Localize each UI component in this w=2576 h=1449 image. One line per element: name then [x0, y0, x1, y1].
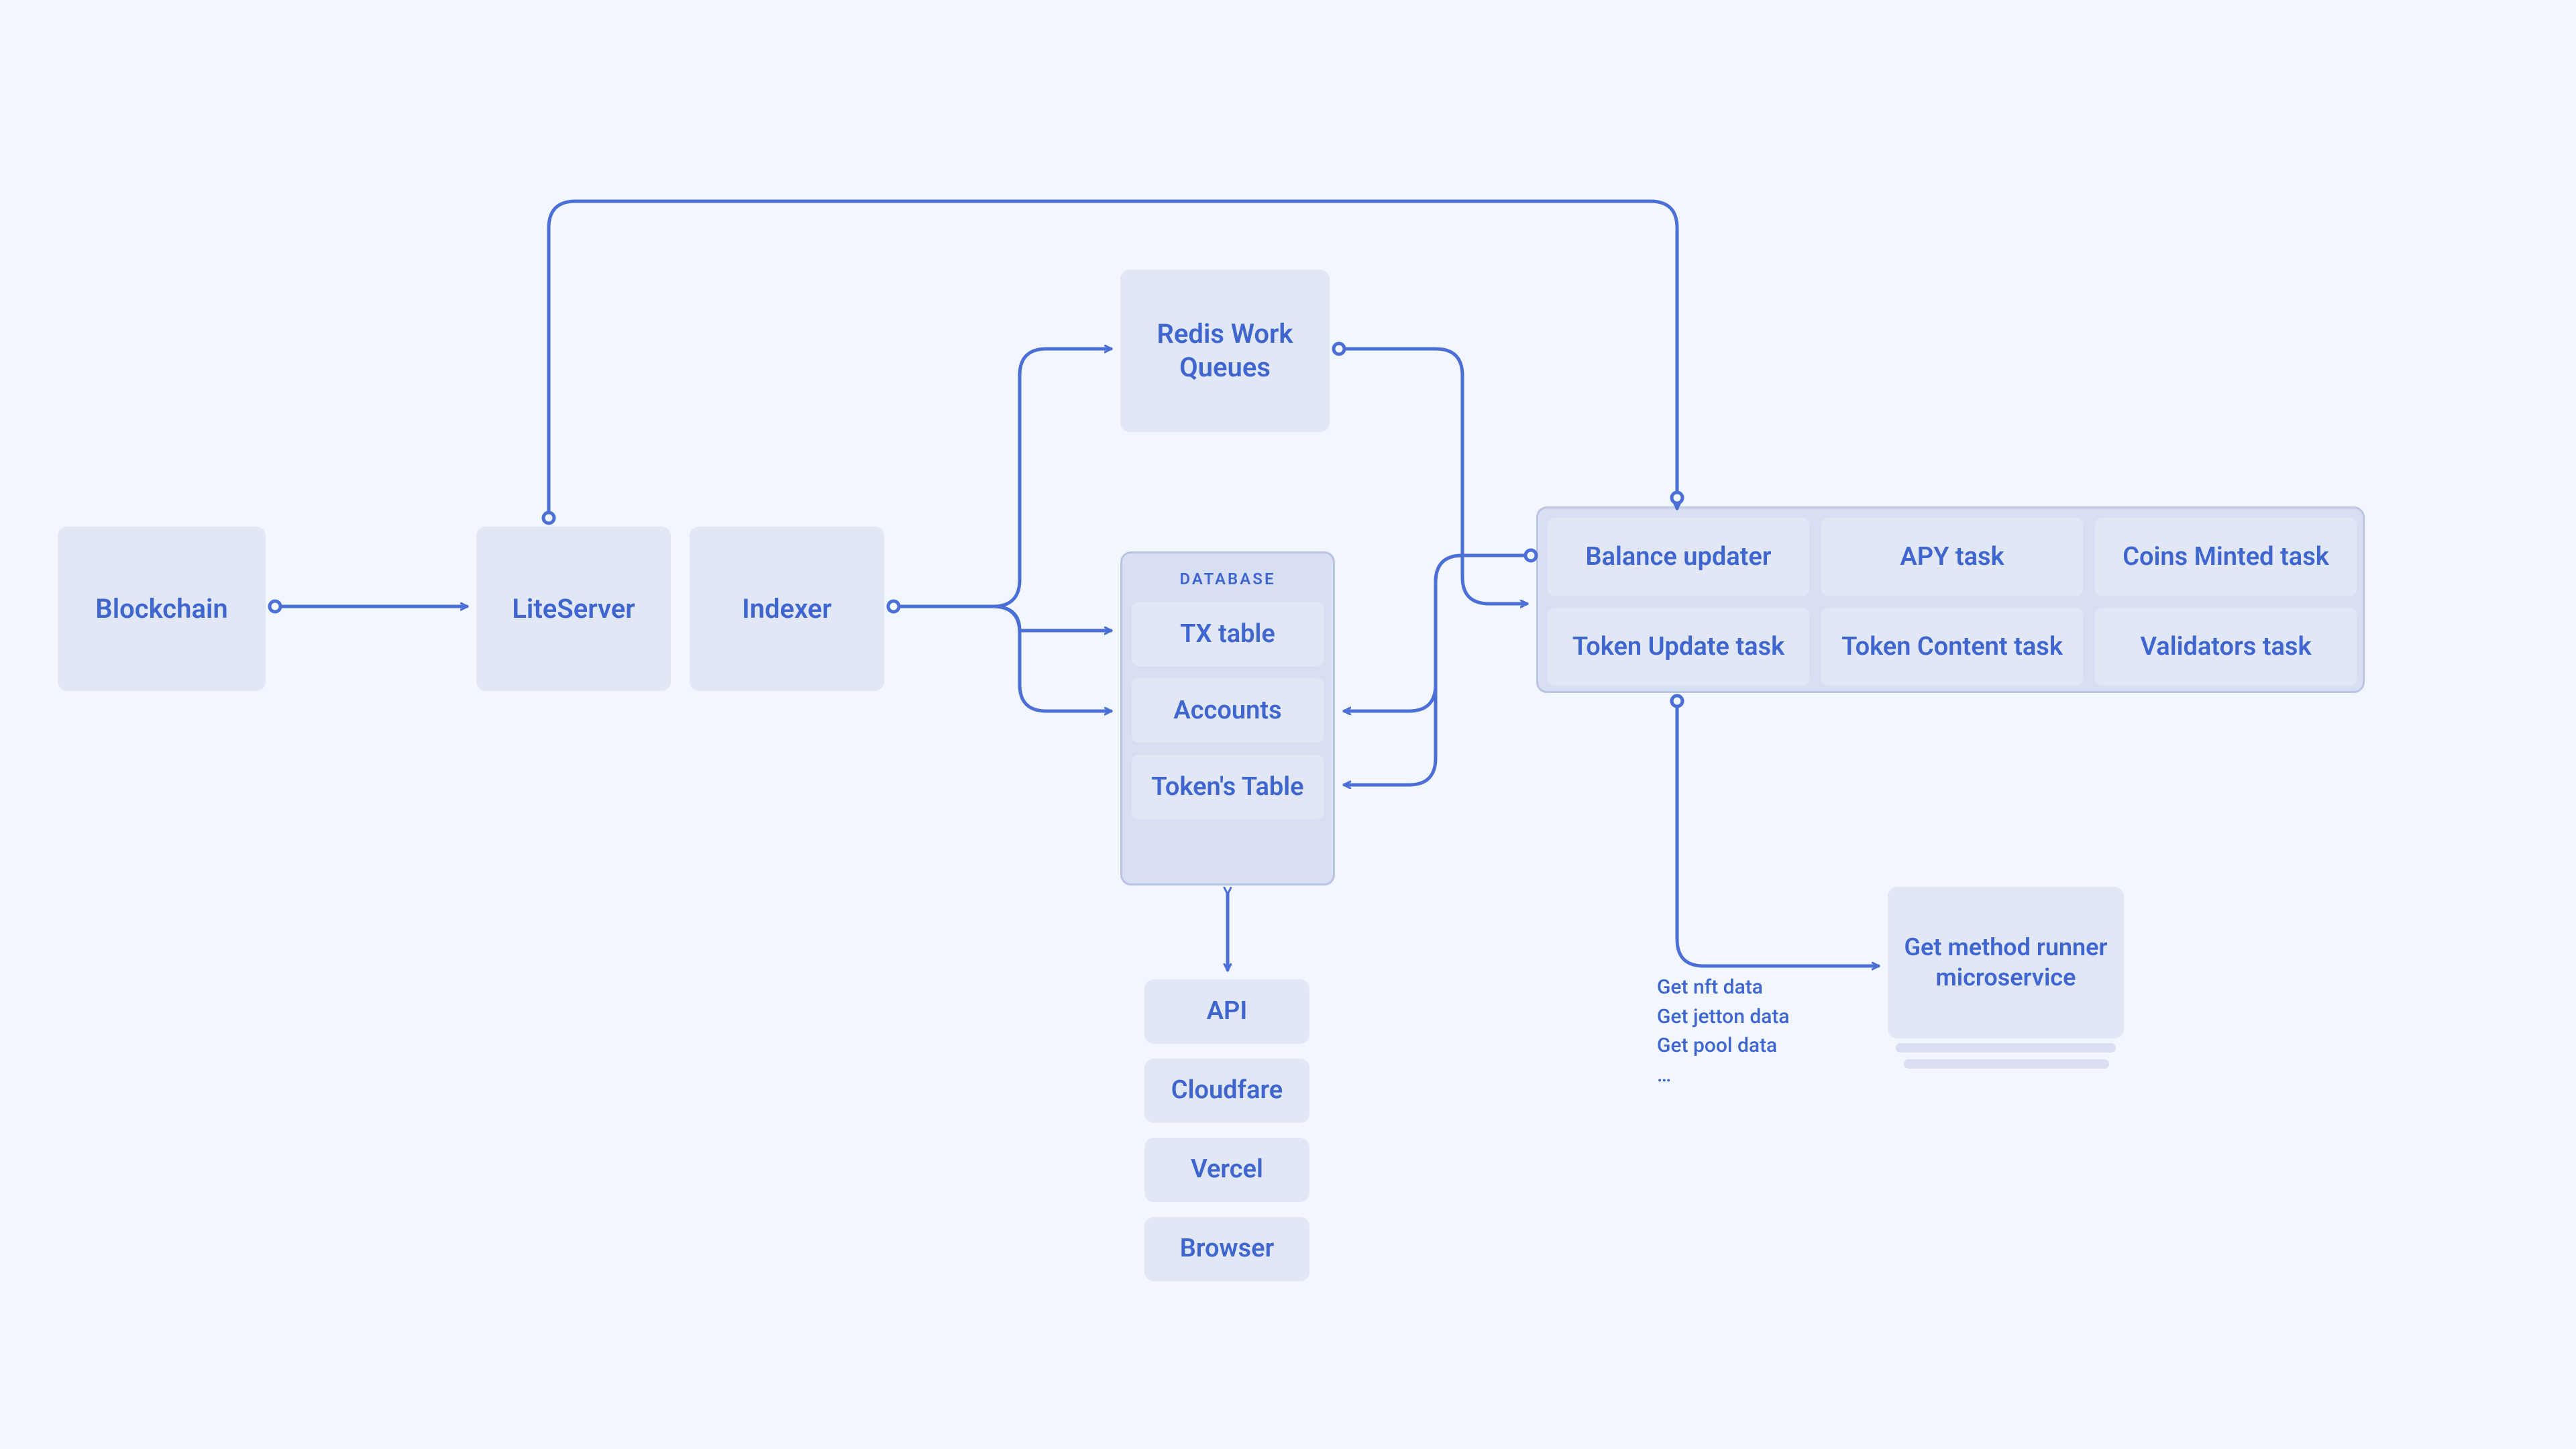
stack-item: API — [1144, 979, 1309, 1044]
node-redis: Redis Work Queues — [1120, 270, 1330, 432]
task-cell: Token Content task — [1821, 608, 2083, 686]
note-text: Get nft data Get jetton data Get pool da… — [1657, 973, 1790, 1089]
task-cell: Validators task — [2095, 608, 2357, 686]
microservice-stack-base — [1896, 1043, 2116, 1053]
node-microservice: Get method runner microservice — [1888, 887, 2124, 1038]
task-cell: Token Update task — [1548, 608, 1809, 686]
task-cell: Coins Minted task — [2095, 518, 2357, 596]
stack-item: Browser — [1144, 1217, 1309, 1281]
microservice-stack-base — [1904, 1059, 2109, 1069]
stack-item: Cloudfare — [1144, 1059, 1309, 1123]
task-cell: Balance updater — [1548, 518, 1809, 596]
db-row: Accounts — [1132, 678, 1324, 743]
stack-item: Vercel — [1144, 1138, 1309, 1202]
db-row: TX table — [1132, 602, 1324, 666]
task-cell: APY task — [1821, 518, 2083, 596]
task-container: Balance updater APY task Coins Minted ta… — [1536, 506, 2365, 693]
db-row: Token's Table — [1132, 755, 1324, 819]
node-indexer: Indexer — [690, 527, 884, 691]
database-label: DATABASE — [1122, 570, 1333, 588]
node-blockchain: Blockchain — [58, 527, 266, 691]
database-container: DATABASE TX table Accounts Token's Table — [1120, 551, 1335, 885]
node-liteserver: LiteServer — [476, 527, 671, 691]
